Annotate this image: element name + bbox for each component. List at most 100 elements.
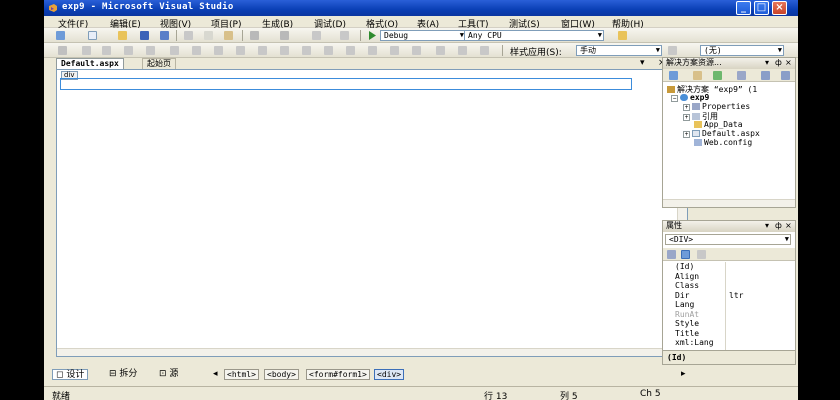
- solution-configuration-select[interactable]: Debug ▼: [380, 30, 466, 41]
- tree-item-app-data[interactable]: App_Data: [694, 120, 743, 129]
- property-row-class[interactable]: Class: [663, 281, 795, 291]
- source-view-button[interactable]: ⊡ 源: [156, 369, 181, 380]
- crumb-body[interactable]: <body>: [264, 369, 299, 380]
- property-row-dir[interactable]: Dir ltr: [663, 291, 795, 301]
- pin-icon[interactable]: ф: [775, 221, 782, 231]
- expand-icon[interactable]: +: [683, 131, 690, 138]
- properties-icon[interactable]: [669, 71, 678, 80]
- toolbar-icon[interactable]: [368, 46, 377, 55]
- new-project-icon[interactable]: [56, 31, 65, 40]
- toolbar-icon[interactable]: [214, 46, 223, 55]
- undo-icon[interactable]: [250, 31, 259, 40]
- asp-config-icon[interactable]: [781, 71, 790, 80]
- menu-bar: 文件(F) 编辑(E) 视图(V) 项目(P) 生成(B) 调试(D) 格式(O…: [44, 16, 798, 30]
- crumb-html[interactable]: <html>: [224, 369, 259, 380]
- save-icon[interactable]: [140, 31, 149, 40]
- panel-menu-icon[interactable]: ▾: [765, 221, 769, 231]
- navigate-forward-icon[interactable]: [340, 31, 349, 40]
- tree-project[interactable]: − exp9: [671, 93, 709, 102]
- web-config-label: Web.config: [704, 138, 753, 147]
- horizontal-scrollbar[interactable]: [57, 348, 677, 356]
- find-in-files-icon[interactable]: [618, 31, 627, 40]
- toolbar-icon[interactable]: [146, 46, 155, 55]
- title-bar[interactable]: exp9 - Microsoft Visual Studio _ □ ×: [44, 0, 798, 16]
- show-all-files-icon[interactable]: [693, 71, 702, 80]
- start-debugging-icon[interactable]: [368, 31, 377, 40]
- toolbar-icon[interactable]: [102, 46, 111, 55]
- selected-div-element[interactable]: [60, 78, 632, 90]
- tree-item-default-aspx[interactable]: + Default.aspx: [683, 129, 760, 138]
- pin-icon[interactable]: ф: [775, 58, 782, 68]
- paste-icon[interactable]: [224, 31, 233, 40]
- tree-item-properties[interactable]: + Properties: [683, 102, 750, 111]
- navigate-backward-icon[interactable]: [312, 31, 321, 40]
- toolbar-icon[interactable]: [82, 46, 91, 55]
- property-pages-icon[interactable]: [697, 250, 706, 259]
- design-view-button[interactable]: ◻ 设计: [52, 369, 89, 380]
- property-row-align[interactable]: Align: [663, 272, 795, 282]
- add-item-icon[interactable]: [88, 31, 97, 40]
- open-folder-icon[interactable]: [118, 31, 127, 40]
- save-all-icon[interactable]: [160, 31, 169, 40]
- panel-menu-icon[interactable]: ▾: [765, 58, 769, 68]
- close-icon[interactable]: ×: [785, 58, 792, 68]
- property-row-runat[interactable]: RunAt: [663, 310, 795, 320]
- property-row-lang[interactable]: Lang: [663, 300, 795, 310]
- expand-icon[interactable]: +: [683, 114, 690, 121]
- expand-icon[interactable]: +: [683, 104, 690, 111]
- property-row-style[interactable]: Style: [663, 319, 795, 329]
- property-row-title[interactable]: Title: [663, 329, 795, 339]
- toolbar-icon[interactable]: [236, 46, 245, 55]
- toolbar-icon[interactable]: [170, 46, 179, 55]
- minimize-button[interactable]: _: [736, 1, 751, 15]
- property-row-id[interactable]: (Id): [663, 262, 795, 272]
- copy-icon[interactable]: [204, 31, 213, 40]
- object-select[interactable]: <DIV> ▼: [665, 234, 791, 245]
- redo-icon[interactable]: [280, 31, 289, 40]
- tab-start-page[interactable]: 起始页: [142, 58, 176, 69]
- toolbar-icon[interactable]: [458, 46, 467, 55]
- style-application-label: 样式应用(S):: [510, 48, 562, 58]
- property-value[interactable]: ltr: [729, 291, 743, 300]
- toolbar-icon[interactable]: [412, 46, 421, 55]
- toolbar-icon[interactable]: [192, 46, 201, 55]
- scroll-right-icon[interactable]: ▸: [678, 369, 689, 380]
- toolbar-icon[interactable]: [436, 46, 445, 55]
- toolbar-icon[interactable]: [58, 46, 67, 55]
- tab-default-aspx[interactable]: Default.aspx: [56, 58, 124, 69]
- design-surface[interactable]: div: [56, 69, 688, 357]
- toolbar-icon[interactable]: [324, 46, 333, 55]
- toolbar-icon[interactable]: [258, 46, 267, 55]
- toolbar-icon[interactable]: [480, 46, 489, 55]
- solution-platform-select[interactable]: Any CPU ▼: [464, 30, 604, 41]
- property-row-xml-lang[interactable]: xml:Lang: [663, 338, 795, 348]
- target-rule-select[interactable]: (无) ▼: [700, 45, 784, 56]
- close-button[interactable]: ×: [772, 1, 787, 15]
- categorized-icon[interactable]: [667, 250, 676, 259]
- properties-title: 属性: [666, 221, 682, 230]
- view-designer-icon[interactable]: [737, 71, 746, 80]
- solution-explorer-scrollbar[interactable]: [663, 199, 795, 207]
- property-description: (Id): [663, 350, 795, 364]
- crumb-form[interactable]: <form#form1>: [306, 369, 370, 380]
- collapse-icon[interactable]: −: [671, 95, 678, 102]
- split-view-button[interactable]: ⊟ 拆分: [106, 369, 140, 380]
- alphabetical-icon[interactable]: [681, 250, 690, 259]
- style-application-select[interactable]: 手动 ▼: [576, 45, 662, 56]
- toolbar-icon[interactable]: [280, 46, 289, 55]
- crumb-div[interactable]: <div>: [374, 369, 405, 380]
- maximize-button[interactable]: □: [754, 1, 769, 15]
- tab-list-dropdown-icon[interactable]: ▾: [640, 58, 645, 68]
- toolbar-icon[interactable]: [390, 46, 399, 55]
- scroll-left-icon[interactable]: ◂: [210, 369, 221, 380]
- tree-item-web-config[interactable]: Web.config: [694, 138, 752, 147]
- toolbar-icon[interactable]: [124, 46, 133, 55]
- cut-icon[interactable]: [184, 31, 193, 40]
- refresh-icon[interactable]: [713, 71, 722, 80]
- copy-website-icon[interactable]: [761, 71, 770, 80]
- close-icon[interactable]: ×: [785, 221, 792, 231]
- toolbar-icon[interactable]: [346, 46, 355, 55]
- toolbar-icon[interactable]: [668, 46, 677, 55]
- toolbar-icon[interactable]: [302, 46, 311, 55]
- source-view-label: 源: [169, 369, 179, 379]
